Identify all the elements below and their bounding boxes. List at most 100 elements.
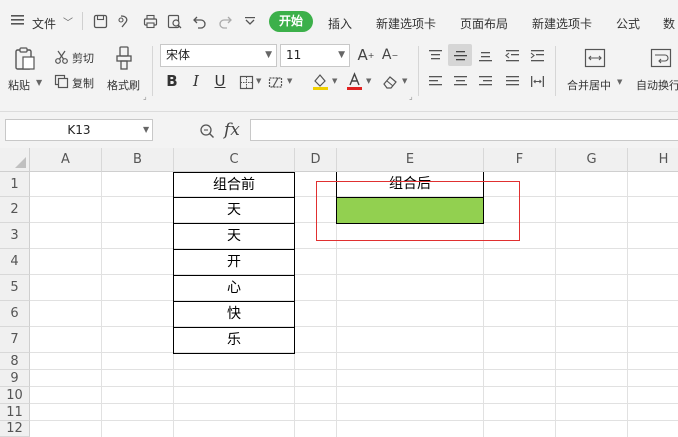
row-header-6[interactable]: 6 <box>0 301 30 327</box>
font-color-dropdown-icon[interactable]: ▼ <box>366 77 371 85</box>
paste-label[interactable]: 粘贴 <box>8 77 30 93</box>
chevron-down-icon[interactable]: ﹀ <box>63 14 73 29</box>
wrap-text-icon[interactable] <box>649 47 673 69</box>
font-name-select[interactable]: 宋体 ▼ <box>160 44 277 67</box>
italic-button[interactable]: I <box>187 72 205 90</box>
paste-icon[interactable] <box>13 46 37 72</box>
row-header-2[interactable]: 2 <box>0 197 30 223</box>
align-top-icon[interactable] <box>426 47 444 63</box>
spreadsheet-grid: A B C D E F G H 1 2 3 4 5 6 7 8 9 10 11 … <box>0 148 678 437</box>
column-header-e[interactable]: E <box>337 148 484 172</box>
increase-font-size-icon[interactable]: A + <box>357 46 375 64</box>
paste-dropdown-icon[interactable]: ▼ <box>36 78 42 87</box>
tab-formulas[interactable]: 公式 <box>616 15 640 32</box>
gridline <box>555 172 556 437</box>
row-header-3[interactable]: 3 <box>0 223 30 249</box>
formula-input[interactable] <box>250 119 678 141</box>
decrease-font-size-icon[interactable]: A − <box>381 46 399 64</box>
zoom-search-icon[interactable] <box>198 122 216 140</box>
font-color-icon[interactable] <box>345 71 363 91</box>
column-header-c[interactable]: C <box>174 148 295 172</box>
copy-icon[interactable] <box>53 73 69 89</box>
merge-center-label[interactable]: 合并居中 <box>567 77 611 93</box>
insert-function-button[interactable]: fx <box>224 120 240 140</box>
eraser-icon[interactable] <box>381 73 399 91</box>
row-header-11[interactable]: 11 <box>0 404 30 421</box>
decrease-indent-icon[interactable] <box>503 47 521 63</box>
font-group-launcher-icon[interactable]: ⌟ <box>409 92 413 101</box>
cell-c4[interactable]: 开 <box>173 249 295 276</box>
fill-color-dropdown-icon[interactable]: ▼ <box>332 77 337 85</box>
increase-indent-icon[interactable] <box>528 47 546 63</box>
format-painter-label[interactable]: 格式刷 <box>107 77 140 93</box>
row-header-9[interactable]: 9 <box>0 370 30 387</box>
cell-c3[interactable]: 天 <box>173 223 295 250</box>
column-header-f[interactable]: F <box>484 148 556 172</box>
row-header-12[interactable]: 12 <box>0 421 30 437</box>
cell-c6[interactable]: 快 <box>173 301 295 328</box>
border-dropdown-icon[interactable]: ▼ <box>256 77 261 85</box>
column-header-a[interactable]: A <box>30 148 102 172</box>
row-header-4[interactable]: 4 <box>0 249 30 275</box>
undo-icon[interactable] <box>191 13 207 29</box>
cell-c1[interactable]: 组合前 <box>173 172 295 198</box>
print-preview-icon[interactable] <box>166 13 182 29</box>
distributed-align-icon[interactable] <box>528 73 546 89</box>
cell-c2[interactable]: 天 <box>173 197 295 224</box>
cut-icon[interactable] <box>53 49 69 65</box>
merge-dropdown-icon[interactable]: ▼ <box>617 78 622 86</box>
align-bottom-icon[interactable] <box>476 47 494 63</box>
export-pdf-icon[interactable] <box>116 13 132 29</box>
row-header-8[interactable]: 8 <box>0 353 30 370</box>
customize-toolbar-icon[interactable] <box>243 15 257 27</box>
tab-home[interactable]: 开始 <box>269 11 313 32</box>
row-header-10[interactable]: 10 <box>0 387 30 404</box>
align-left-icon[interactable] <box>426 73 444 89</box>
format-painter-icon[interactable] <box>114 46 134 70</box>
name-box[interactable]: K13 <box>5 119 153 141</box>
select-all-corner[interactable] <box>0 148 30 172</box>
tab-page-layout[interactable]: 页面布局 <box>460 15 508 32</box>
ribbon: 粘贴 ▼ 剪切 复制 格式刷 ⌟ 宋体 ▼ 11 ▼ A + A − B I U ▼… <box>0 40 678 112</box>
copy-label[interactable]: 复制 <box>72 75 94 91</box>
font-size-select[interactable]: 11 ▼ <box>280 44 350 67</box>
font-name-value: 宋体 <box>166 48 191 62</box>
name-box-dropdown-icon[interactable]: ▼ <box>143 125 149 134</box>
column-header-h[interactable]: H <box>628 148 678 172</box>
cell-style-dropdown-icon[interactable]: ▼ <box>287 77 292 85</box>
hamburger-menu-icon[interactable] <box>10 13 26 27</box>
cell-c5[interactable]: 心 <box>173 275 295 302</box>
row-header-5[interactable]: 5 <box>0 275 30 301</box>
file-menu[interactable]: 文件 <box>32 15 56 32</box>
tab-insert[interactable]: 插入 <box>328 15 352 32</box>
tab-new-tab-1[interactable]: 新建选项卡 <box>376 15 436 32</box>
redo-icon[interactable] <box>217 13 233 29</box>
row-header-7[interactable]: 7 <box>0 327 30 353</box>
cell-c7[interactable]: 乐 <box>173 327 295 354</box>
merge-center-icon[interactable] <box>583 47 607 69</box>
tab-data[interactable]: 数 <box>663 15 675 32</box>
align-center-icon[interactable] <box>451 73 469 89</box>
gridline <box>30 300 678 301</box>
column-header-b[interactable]: B <box>102 148 174 172</box>
align-right-icon[interactable] <box>476 73 494 89</box>
wrap-text-label[interactable]: 自动换行 <box>636 77 678 93</box>
bold-button[interactable]: B <box>163 72 181 90</box>
column-header-d[interactable]: D <box>295 148 337 172</box>
row-header-1[interactable]: 1 <box>0 172 30 197</box>
align-middle-icon[interactable] <box>448 44 472 66</box>
cell-style-icon[interactable] <box>266 73 284 91</box>
column-header-g[interactable]: G <box>556 148 628 172</box>
save-icon[interactable] <box>92 13 108 29</box>
underline-button[interactable]: U <box>211 72 229 90</box>
gridline <box>30 420 678 421</box>
eraser-dropdown-icon[interactable]: ▼ <box>402 77 407 85</box>
cut-label[interactable]: 剪切 <box>72 50 94 66</box>
print-icon[interactable] <box>142 13 158 29</box>
clipboard-group-launcher-icon[interactable]: ⌟ <box>143 92 147 101</box>
tab-new-tab-2[interactable]: 新建选项卡 <box>532 15 592 32</box>
justify-icon[interactable] <box>503 73 521 89</box>
border-icon[interactable] <box>237 73 255 91</box>
fill-color-icon[interactable] <box>311 71 329 91</box>
gridline <box>101 172 102 437</box>
